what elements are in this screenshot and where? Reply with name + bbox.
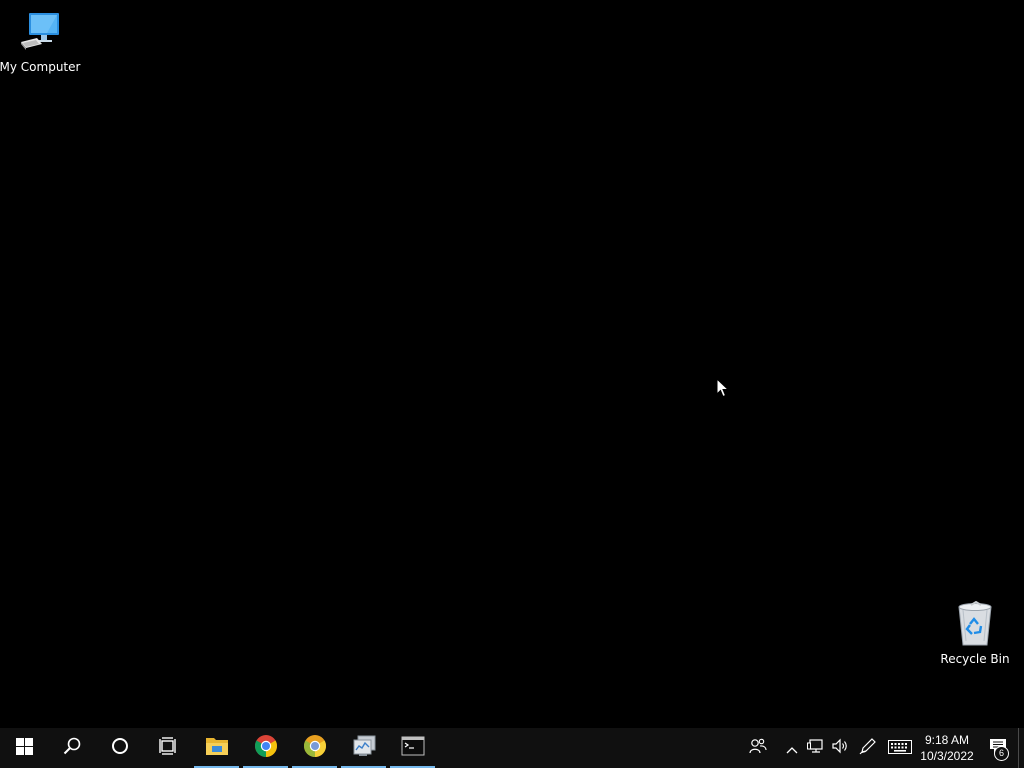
system-tray: 9:18 AM 10/3/2022 6 — [742, 728, 1024, 768]
computer-icon — [16, 8, 64, 56]
terminal-icon — [401, 736, 425, 760]
taskbar-app-file-explorer[interactable] — [192, 728, 241, 768]
taskbar-app-system-monitor[interactable] — [339, 728, 388, 768]
taskbar-app-chrome[interactable] — [241, 728, 290, 768]
desktop-icon-my-computer[interactable]: My Computer — [0, 8, 80, 74]
file-explorer-icon — [205, 735, 229, 761]
volume-button[interactable] — [828, 728, 852, 768]
desktop: My Computer Recycle Bin — [0, 0, 1024, 728]
clock-time: 9:18 AM — [924, 733, 970, 747]
cortana-button[interactable] — [96, 728, 144, 768]
network-icon — [807, 738, 825, 758]
chevron-up-icon — [786, 739, 798, 758]
system-monitor-icon — [352, 735, 376, 761]
cortana-icon — [111, 737, 129, 759]
chrome-icon — [254, 734, 278, 762]
action-center-button[interactable]: 6 — [978, 728, 1018, 768]
taskbar-app-chrome-canary[interactable] — [290, 728, 339, 768]
pen-workspace-button[interactable] — [852, 728, 884, 768]
desktop-icon-label: My Computer — [0, 60, 81, 74]
touch-keyboard-button[interactable] — [884, 728, 916, 768]
show-hidden-icons-button[interactable] — [780, 728, 804, 768]
volume-icon — [831, 738, 849, 758]
mouse-cursor-icon — [716, 377, 730, 398]
desktop-icon-label: Recycle Bin — [940, 652, 1010, 666]
chrome-canary-icon — [303, 734, 327, 762]
taskbar-app-terminal[interactable] — [388, 728, 437, 768]
clock-date: 10/3/2022 — [920, 749, 974, 763]
start-button[interactable] — [0, 728, 48, 768]
show-desktop-button[interactable] — [1018, 728, 1024, 768]
clock[interactable]: 9:18 AM 10/3/2022 — [916, 728, 978, 768]
people-icon — [749, 738, 767, 758]
taskbar: 9:18 AM 10/3/2022 6 — [0, 728, 1024, 768]
notification-count-badge: 6 — [994, 746, 1009, 761]
keyboard-icon — [888, 739, 912, 758]
search-button[interactable] — [48, 728, 96, 768]
task-view-button[interactable] — [144, 728, 192, 768]
task-view-icon — [159, 737, 177, 759]
people-button[interactable] — [742, 728, 774, 768]
pen-workspace-icon — [859, 737, 877, 759]
desktop-icon-recycle-bin[interactable]: Recycle Bin — [935, 600, 1015, 666]
search-icon — [63, 737, 81, 759]
network-button[interactable] — [804, 728, 828, 768]
recycle-bin-icon — [951, 600, 999, 648]
windows-start-icon — [15, 737, 33, 759]
